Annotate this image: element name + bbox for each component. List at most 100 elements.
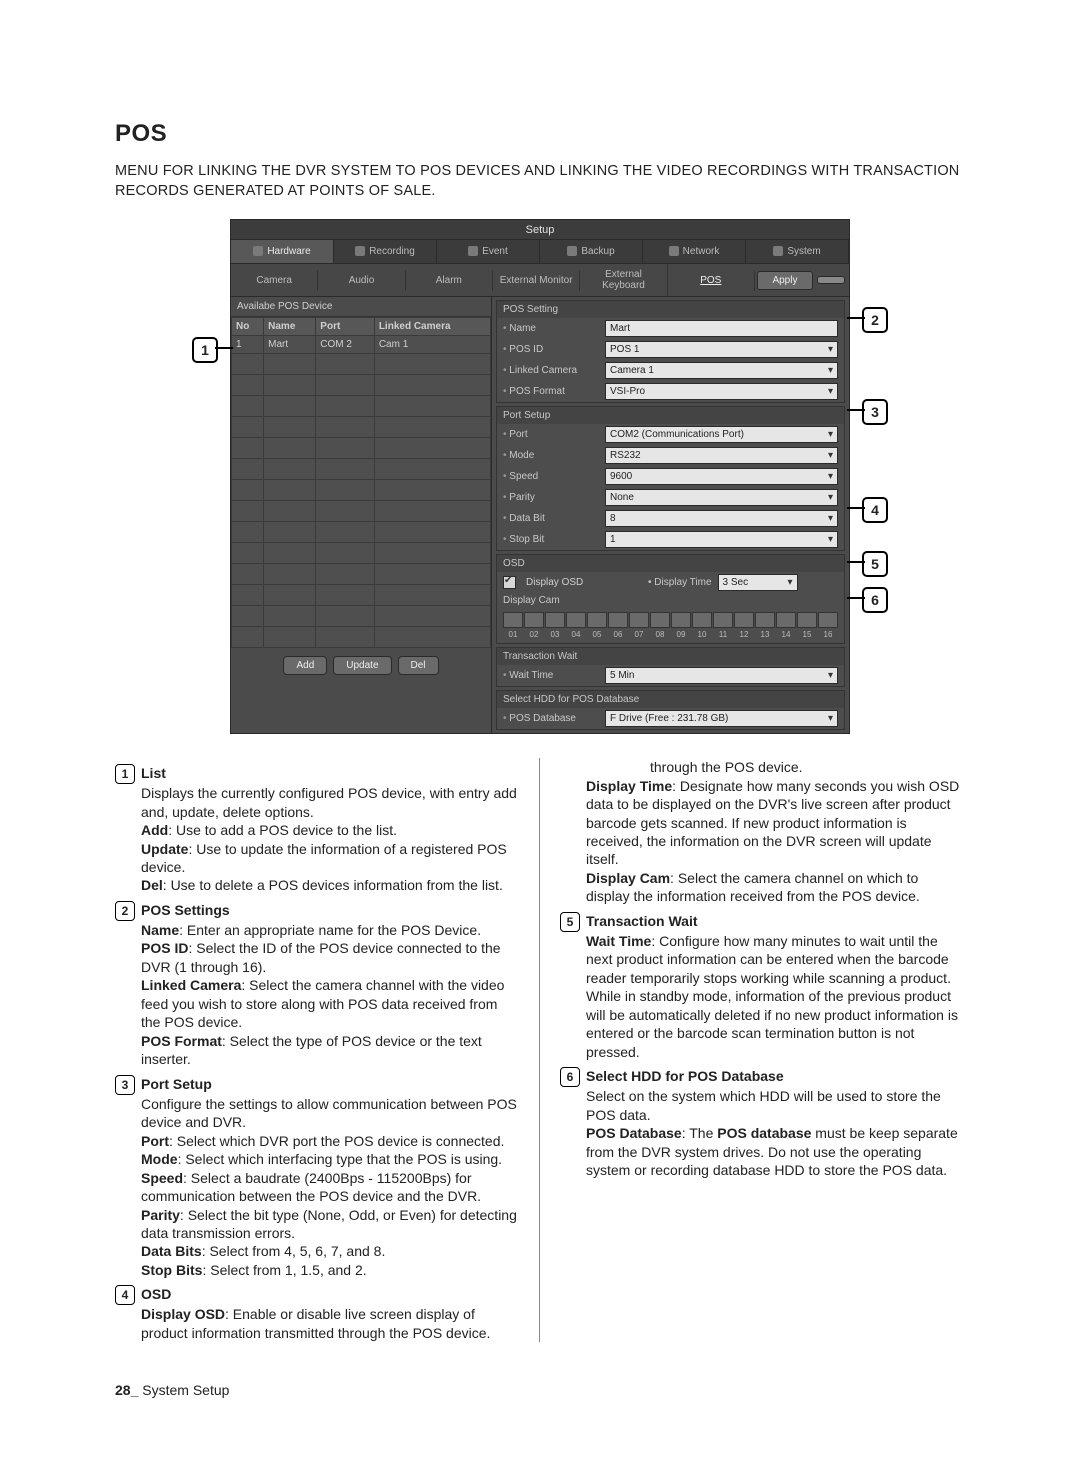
col-port: Port [316, 318, 375, 336]
del-button[interactable]: Del [398, 656, 439, 675]
linked-camera-label: Linked Camera [503, 365, 599, 376]
pos-setting-section: POS Setting NameMart POS IDPOS 1 Linked … [496, 300, 845, 403]
cam-toggle[interactable] [503, 612, 523, 628]
linked-camera-select[interactable]: Camera 1 [605, 362, 838, 379]
cam-toggle[interactable] [608, 612, 628, 628]
num-icon-1: 1 [115, 764, 135, 784]
num-icon-6: 6 [560, 1067, 580, 1087]
cam-toggle[interactable] [650, 612, 670, 628]
display-cam-grid [497, 608, 844, 630]
port-label: Port [503, 429, 599, 440]
cam-toggle[interactable] [713, 612, 733, 628]
num-icon-2: 2 [115, 901, 135, 921]
stopbit-select[interactable]: 1 [605, 531, 838, 548]
hdd-section: Select HDD for POS Database POS Database… [496, 690, 845, 730]
tab-backup[interactable]: Backup [540, 240, 643, 263]
apply-button[interactable]: Apply [757, 271, 813, 290]
posid-label: POS ID [503, 344, 599, 355]
subtab-ext-keyboard[interactable]: External Keyboard [580, 264, 667, 296]
cam-toggle[interactable] [671, 612, 691, 628]
description-columns: 1List Displays the currently configured … [115, 758, 965, 1342]
subtab-alarm[interactable]: Alarm [406, 270, 493, 291]
hardware-icon [253, 246, 263, 256]
name-input[interactable]: Mart [605, 320, 838, 337]
tab-network[interactable]: Network [643, 240, 746, 263]
wait-time-label: Wait Time [503, 670, 599, 681]
tab-recording[interactable]: Recording [334, 240, 437, 263]
port-setup-section: Port Setup PortCOM2 (Communications Port… [496, 406, 845, 551]
cam-toggle[interactable] [755, 612, 775, 628]
cam-toggle[interactable] [797, 612, 817, 628]
pos-format-label: POS Format [503, 386, 599, 397]
network-icon [669, 246, 679, 256]
stopbit-label: Stop Bit [503, 534, 599, 545]
system-icon [773, 246, 783, 256]
display-time-select[interactable]: 3 Sec [718, 574, 798, 591]
cam-toggle[interactable] [692, 612, 712, 628]
wait-time-select[interactable]: 5 Min [605, 667, 838, 684]
callout-2: 2 [862, 307, 888, 333]
databit-label: Data Bit [503, 513, 599, 524]
close-button[interactable] [817, 276, 845, 284]
page-title: POS [115, 120, 965, 148]
tab-event[interactable]: Event [437, 240, 540, 263]
cam-toggle[interactable] [629, 612, 649, 628]
display-osd-checkbox[interactable] [503, 576, 516, 589]
callout-5: 5 [862, 551, 888, 577]
port-select[interactable]: COM2 (Communications Port) [605, 426, 838, 443]
col-name: Name [264, 318, 316, 336]
callout-4: 4 [862, 497, 888, 523]
subtab-audio[interactable]: Audio [318, 270, 405, 291]
col-no: No [232, 318, 264, 336]
mode-label: Mode [503, 450, 599, 461]
desc-text: Displays the currently configured POS de… [115, 784, 520, 821]
recording-icon [355, 246, 365, 256]
pos-format-select[interactable]: VSI-Pro [605, 383, 838, 400]
table-row[interactable]: 1MartCOM 2Cam 1 [232, 336, 491, 354]
add-button[interactable]: Add [283, 656, 327, 675]
cam-toggle[interactable] [818, 612, 838, 628]
cam-toggle[interactable] [776, 612, 796, 628]
mode-select[interactable]: RS232 [605, 447, 838, 464]
databit-select[interactable]: 8 [605, 510, 838, 527]
update-button[interactable]: Update [333, 656, 391, 675]
backup-icon [567, 246, 577, 256]
subtab-ext-monitor[interactable]: External Monitor [493, 270, 580, 291]
osd-section: OSD Display OSD • Display Time 3 Sec Dis… [496, 554, 845, 644]
setup-screenshot: 1 2 3 4 5 6 Setup Hardware Recording Eve… [230, 219, 850, 734]
tab-hardware[interactable]: Hardware [231, 240, 334, 263]
col-linked: Linked Camera [374, 318, 490, 336]
event-icon [468, 246, 478, 256]
callout-6: 6 [862, 587, 888, 613]
callout-1: 1 [192, 337, 218, 363]
sub-tabs: Camera Audio Alarm External Monitor Exte… [231, 264, 849, 297]
tab-system[interactable]: System [746, 240, 849, 263]
cam-toggle[interactable] [566, 612, 586, 628]
cam-toggle[interactable] [524, 612, 544, 628]
speed-label: Speed [503, 471, 599, 482]
display-osd-label: Display OSD [526, 577, 626, 588]
name-label: Name [503, 323, 599, 334]
pos-database-select[interactable]: F Drive (Free : 231.78 GB) [605, 710, 838, 727]
parity-label: Parity [503, 492, 599, 503]
num-icon-5: 5 [560, 912, 580, 932]
cam-toggle[interactable] [734, 612, 754, 628]
cam-toggle[interactable] [587, 612, 607, 628]
display-time-label: • Display Time [648, 577, 712, 588]
num-icon-3: 3 [115, 1075, 135, 1095]
speed-select[interactable]: 9600 [605, 468, 838, 485]
num-icon-4: 4 [115, 1285, 135, 1305]
subtab-pos[interactable]: POS [668, 270, 755, 291]
main-tabs: Hardware Recording Event Backup Network … [231, 240, 849, 264]
available-pos-title: Availabe POS Device [231, 297, 491, 317]
display-cam-label: Display Cam [503, 595, 560, 606]
pos-device-table: No Name Port Linked Camera 1MartCOM 2Cam… [231, 317, 491, 648]
parity-select[interactable]: None [605, 489, 838, 506]
page-footer: 28_ System Setup [115, 1382, 965, 1398]
window-title: Setup [231, 220, 849, 240]
callout-3: 3 [862, 399, 888, 425]
transaction-wait-section: Transaction Wait Wait Time5 Min [496, 647, 845, 687]
subtab-camera[interactable]: Camera [231, 270, 318, 291]
posid-select[interactable]: POS 1 [605, 341, 838, 358]
cam-toggle[interactable] [545, 612, 565, 628]
